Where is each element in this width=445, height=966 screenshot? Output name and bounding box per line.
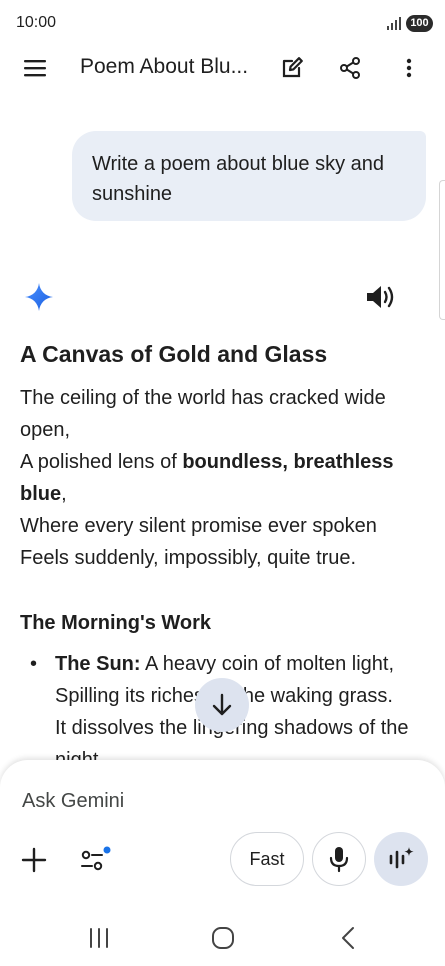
- live-button[interactable]: [374, 832, 428, 886]
- poem-text: ,: [61, 483, 67, 505]
- speaker-icon: [367, 286, 394, 308]
- system-nav-bar: [0, 910, 445, 966]
- model-mode-button[interactable]: Fast: [230, 832, 304, 886]
- input-panel: Fast: [0, 760, 445, 910]
- tools-icon: [81, 846, 111, 871]
- poem-line: A polished lens of boundless, breathless…: [20, 446, 420, 510]
- edit-button[interactable]: [272, 48, 312, 88]
- bullet-dot: •: [30, 653, 38, 675]
- poem-line: The ceiling of the world has cracked wid…: [20, 387, 386, 441]
- user-message-bubble[interactable]: Write a poem about blue sky and sunshine: [72, 131, 426, 221]
- more-options-button[interactable]: [389, 48, 429, 88]
- arrow-down-icon: [212, 693, 232, 716]
- menu-button[interactable]: [15, 48, 55, 88]
- signal-icon: [387, 17, 401, 30]
- plus-icon: [21, 847, 47, 873]
- share-button[interactable]: [330, 48, 370, 88]
- bullet-line: The Sun: A heavy coin of molten light,: [55, 648, 425, 680]
- home-icon[interactable]: [208, 923, 238, 953]
- section-heading: The Morning's Work: [20, 612, 212, 634]
- microphone-button[interactable]: [312, 832, 366, 886]
- bullet-text: A heavy coin of molten light,: [140, 653, 395, 675]
- status-bar: 10:00 100: [0, 0, 445, 44]
- scroll-to-bottom-button[interactable]: [195, 678, 249, 732]
- share-icon: [340, 57, 360, 79]
- status-time: 10:00: [16, 14, 57, 31]
- poem-line: Feels suddenly, impossibly, quite true.: [20, 547, 357, 569]
- live-icon: [389, 847, 414, 869]
- poem-title: A Canvas of Gold and Glass: [20, 341, 328, 367]
- poem-line: Where every silent promise ever spoken: [20, 515, 377, 537]
- read-aloud-button[interactable]: [364, 282, 396, 312]
- poem-text: A polished lens of: [20, 451, 183, 473]
- add-attachment-button[interactable]: [16, 842, 52, 878]
- recents-icon[interactable]: [84, 925, 114, 951]
- more-vert-icon: [406, 58, 412, 78]
- poem-stanza: The ceiling of the world has cracked wid…: [20, 382, 420, 574]
- ask-gemini-input[interactable]: [22, 786, 322, 816]
- bullet-label: The Sun:: [55, 653, 141, 675]
- battery-badge: 100: [406, 15, 433, 32]
- conversation-title[interactable]: Poem About Blu...: [80, 55, 248, 79]
- tools-button[interactable]: [76, 842, 116, 878]
- gemini-star-icon: [25, 283, 53, 311]
- edit-icon: [282, 57, 303, 78]
- menu-icon: [24, 60, 46, 77]
- mic-icon: [329, 847, 349, 873]
- back-icon[interactable]: [334, 923, 364, 953]
- top-app-bar: Poem About Blu...: [0, 44, 445, 92]
- scroll-handle[interactable]: [439, 180, 445, 320]
